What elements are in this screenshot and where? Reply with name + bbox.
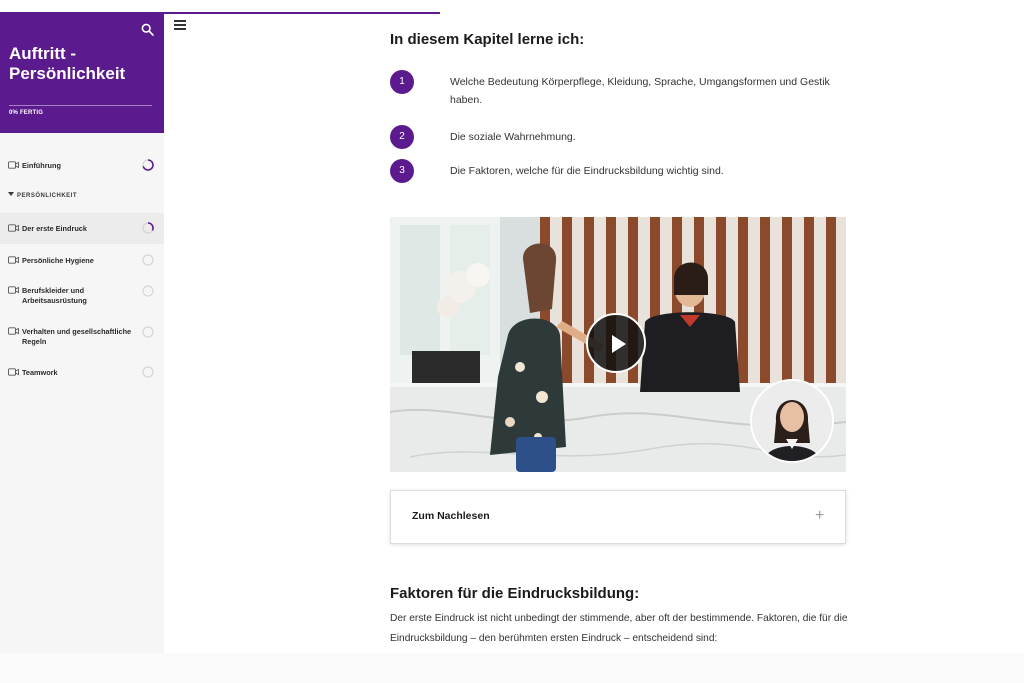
video-camera-icon — [8, 161, 19, 169]
accordion-title: Zum Nachlesen — [412, 510, 490, 522]
step-number-badge: 1 — [390, 70, 414, 94]
video-player[interactable] — [390, 217, 846, 472]
sidebar-section-header[interactable]: PERSÖNLICHKEIT — [8, 192, 77, 199]
progress-ring-icon — [142, 366, 154, 378]
progress-ring-icon — [142, 254, 154, 266]
caret-down-icon — [8, 192, 14, 196]
step-number-badge: 3 — [390, 159, 414, 183]
lesson-progress-bar — [164, 12, 440, 14]
sidebar-item-teamwork[interactable]: Teamwork — [0, 365, 164, 385]
course-sidebar: Auftritt - Persönlichkeit 0% FERTIG Einf… — [0, 12, 164, 653]
course-progress-bar — [9, 105, 152, 106]
hamburger-menu-icon[interactable] — [174, 20, 186, 30]
sidebar-item-label: Persönliche Hygiene — [22, 256, 94, 265]
list-item: 1 Welche Bedeutung Körperpflege, Kleidun… — [390, 70, 850, 110]
sidebar-item-label: Einführung — [22, 161, 61, 170]
page-bottom-edge — [0, 653, 1024, 683]
play-icon[interactable] — [586, 313, 646, 373]
list-item: 3 Die Faktoren, welche für die Eindrucks… — [390, 159, 850, 183]
step-text: Die Faktoren, welche für die Eindrucksbi… — [450, 165, 724, 177]
search-icon[interactable] — [141, 23, 154, 36]
sidebar-item-label: Der erste Eindruck — [22, 224, 87, 233]
sidebar-item-label: Berufskleider und Arbeitsausrüstung — [22, 286, 87, 305]
plus-icon[interactable]: + — [815, 507, 824, 525]
step-text: Die soziale Wahrnehmung. — [450, 131, 576, 143]
presenter-avatar — [750, 379, 834, 463]
video-camera-icon — [8, 368, 19, 376]
progress-ring-icon — [142, 222, 154, 234]
sidebar-item-einfuehrung[interactable]: Einführung — [0, 156, 164, 176]
course-title: Auftritt - Persönlichkeit — [9, 44, 126, 83]
sidebar-item-der-erste-eindruck[interactable]: Der erste Eindruck — [0, 213, 164, 244]
sidebar-item-berufskleider[interactable]: Berufskleider und Arbeitsausrüstung — [0, 284, 164, 308]
progress-ring-icon — [142, 159, 154, 171]
section-heading: Faktoren für die Eindrucksbildung: — [390, 585, 640, 602]
video-camera-icon — [8, 224, 19, 232]
course-progress-text: 0% FERTIG — [9, 110, 44, 116]
body-paragraph: Der erste Eindruck ist nicht unbedingt d… — [390, 613, 848, 644]
presenter-portrait — [752, 381, 832, 461]
list-item: 2 Die soziale Wahrnehmung. — [390, 125, 850, 149]
video-camera-icon — [8, 286, 19, 294]
sidebar-item-label: Verhalten und gesellschaftliche Regeln — [22, 327, 132, 346]
app-frame: Auftritt - Persönlichkeit 0% FERTIG Einf… — [0, 12, 1024, 653]
sidebar-header: Auftritt - Persönlichkeit 0% FERTIG — [0, 12, 164, 133]
chapter-heading: In diesem Kapitel lerne ich: — [390, 31, 585, 48]
video-camera-icon — [8, 327, 19, 335]
section-label: PERSÖNLICHKEIT — [17, 193, 78, 199]
progress-ring-icon — [142, 285, 154, 297]
sidebar-item-persoenliche-hygiene[interactable]: Persönliche Hygiene — [0, 252, 164, 272]
accordion-zum-nachlesen[interactable]: Zum Nachlesen + — [390, 490, 846, 544]
sidebar-item-verhalten[interactable]: Verhalten und gesellschaftliche Regeln — [0, 325, 164, 349]
video-camera-icon — [8, 256, 19, 264]
progress-ring-icon — [142, 326, 154, 338]
step-text: Welche Bedeutung Körperpflege, Kleidung,… — [450, 76, 830, 106]
sidebar-item-label: Teamwork — [22, 368, 58, 377]
step-number-badge: 2 — [390, 125, 414, 149]
